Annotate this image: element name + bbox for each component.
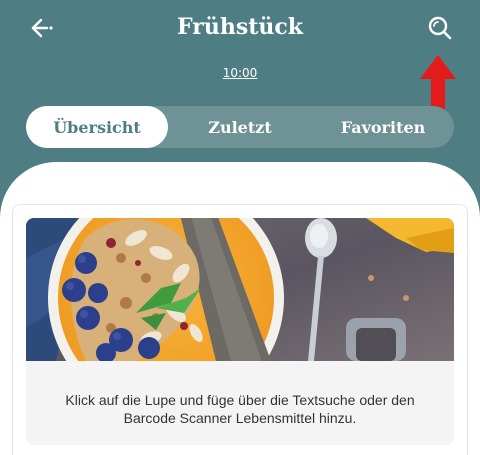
time-link[interactable]: 10:00 [0,66,480,80]
hint-text: Klick auf die Lupe und füge über die Tex… [65,392,415,426]
page-title: Frühstück [177,14,303,40]
search-icon [427,15,453,45]
smoothie-bowl-image [26,218,454,361]
tab-bar: Übersicht Zuletzt Favoriten [26,106,454,148]
search-button[interactable] [420,12,460,48]
tab-favoriten[interactable]: Favoriten [312,106,454,148]
hint-box: Klick auf die Lupe und füge über die Tex… [26,361,454,445]
app-header: Frühstück [0,0,480,60]
tab-uebersicht[interactable]: Übersicht [26,106,168,148]
tab-zuletzt[interactable]: Zuletzt [168,106,312,148]
